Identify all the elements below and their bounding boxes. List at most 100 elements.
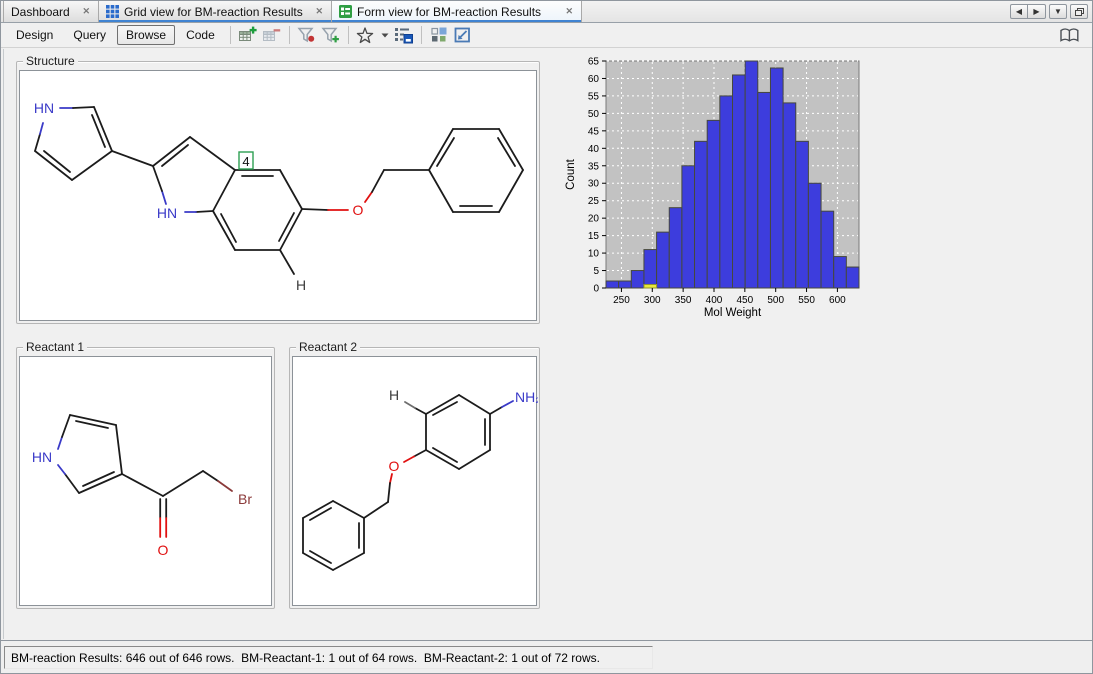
svg-text:35: 35 <box>588 161 600 172</box>
toolbar-separator <box>421 26 422 44</box>
pop-out-window-icon <box>453 26 472 44</box>
layout-tiles-icon <box>430 26 448 44</box>
svg-text:30: 30 <box>588 179 600 190</box>
pyrrole-nh-label: HN <box>34 100 54 116</box>
svg-text:20: 20 <box>588 214 600 225</box>
remove-table-icon <box>262 26 281 44</box>
svg-text:65: 65 <box>588 57 600 68</box>
reactant2-panel: Reactant 2 <box>289 347 540 609</box>
structure-canvas[interactable]: 4 HN HN O H <box>19 70 537 321</box>
pyrrole-nh-label: HN <box>32 449 52 465</box>
row-count-text: BM-reaction Results: 646 out of 646 rows… <box>11 651 600 665</box>
tab-list-dropdown-button[interactable]: ▼ <box>1049 4 1067 19</box>
svg-text:450: 450 <box>736 295 753 306</box>
form-properties-icon <box>394 26 413 44</box>
favorites-star-icon <box>356 26 375 45</box>
filter-add-icon <box>321 26 341 44</box>
application-window: Dashboard ✕ Grid view for BM-reaction Re… <box>0 0 1093 674</box>
svg-text:350: 350 <box>675 295 692 306</box>
carbonyl-o-label: O <box>158 542 169 558</box>
favorites-dropdown-button[interactable] <box>379 24 391 46</box>
tab-label: Grid view for BM-reaction Results <box>124 5 309 19</box>
filter-highlight-icon <box>297 26 317 44</box>
svg-text:550: 550 <box>798 295 815 306</box>
toolbar-separator <box>348 26 349 44</box>
reactant2-canvas[interactable]: H NH₂ O <box>292 356 537 606</box>
svg-text:15: 15 <box>588 231 600 242</box>
tab-nav-controls: ◀ ▶ ▼ <box>1010 4 1088 19</box>
tab-back-button[interactable]: ◀ <box>1010 4 1028 19</box>
close-icon[interactable]: ✕ <box>564 6 574 17</box>
reactant1-molecule: HN O Br <box>20 357 273 607</box>
toolbar-separator <box>230 26 231 44</box>
tab-grid-view[interactable]: Grid view for BM-reaction Results ✕ <box>99 1 332 22</box>
mode-code-button[interactable]: Code <box>177 25 224 45</box>
svg-text:45: 45 <box>588 126 600 137</box>
svg-text:400: 400 <box>706 295 723 306</box>
form-view-page: Structure <box>3 49 1091 639</box>
mode-query-button[interactable]: Query <box>64 25 115 45</box>
explicit-h-label: H <box>389 387 399 403</box>
row-count-field: BM-reaction Results: 646 out of 646 rows… <box>4 646 653 669</box>
close-icon[interactable]: ✕ <box>314 6 324 17</box>
svg-text:0: 0 <box>593 284 599 295</box>
filter-add-button[interactable] <box>320 24 342 46</box>
tab-label: Dashboard <box>11 5 76 19</box>
atom-map-number: 4 <box>242 154 249 169</box>
molweight-histogram[interactable]: 0 5 10 15 20 25 30 35 40 45 50 55 60 65 250 300 350 400 45… <box>560 51 872 333</box>
form-view-icon <box>339 5 352 18</box>
tab-forward-button[interactable]: ▶ <box>1028 4 1046 19</box>
favorites-star-button[interactable] <box>355 24 377 46</box>
layout-tiles-button[interactable] <box>428 24 450 46</box>
reactant1-canvas[interactable]: HN O Br <box>19 356 272 606</box>
notebook-button[interactable] <box>1058 24 1080 46</box>
filter-highlight-button[interactable] <box>296 24 318 46</box>
notebook-icon <box>1059 27 1080 44</box>
toolbar-separator <box>289 26 290 44</box>
grid-view-icon <box>106 5 119 18</box>
add-table-icon <box>238 26 257 44</box>
reactant1-panel: Reactant 1 <box>16 347 275 609</box>
close-icon[interactable]: ✕ <box>81 6 91 17</box>
svg-text:40: 40 <box>588 144 600 155</box>
explicit-h-label: H <box>296 277 306 293</box>
bromine-label: Br <box>238 491 252 507</box>
mode-browse-button[interactable]: Browse <box>117 25 175 45</box>
svg-text:25: 25 <box>588 196 600 207</box>
svg-text:10: 10 <box>588 249 600 260</box>
mode-design-button[interactable]: Design <box>7 25 62 45</box>
tab-form-view[interactable]: Form view for BM-reaction Results ✕ <box>332 1 582 22</box>
svg-text:250: 250 <box>613 295 630 306</box>
pop-out-window-button[interactable] <box>452 24 474 46</box>
chevron-down-icon <box>381 33 389 38</box>
panel-title: Structure <box>23 54 78 68</box>
restore-icon <box>1075 8 1084 16</box>
svg-text:300: 300 <box>644 295 661 306</box>
svg-text:55: 55 <box>588 91 600 102</box>
svg-text:500: 500 <box>767 295 784 306</box>
svg-text:60: 60 <box>588 74 600 85</box>
structure-panel: Structure <box>16 61 540 324</box>
svg-text:Mol Weight: Mol Weight <box>704 307 762 319</box>
form-properties-button[interactable] <box>393 24 415 46</box>
svg-text:5: 5 <box>593 266 599 277</box>
add-table-button[interactable] <box>237 24 259 46</box>
panel-title: Reactant 2 <box>296 340 360 354</box>
amine-label: NH₂ <box>515 389 538 405</box>
svg-text:50: 50 <box>588 109 600 120</box>
structure-molecule: 4 HN HN O H <box>20 71 538 322</box>
remove-table-button[interactable] <box>261 24 283 46</box>
indole-nh-label: HN <box>157 205 177 221</box>
tab-bar: Dashboard ✕ Grid view for BM-reaction Re… <box>1 1 1092 23</box>
toolbar: Design Query Browse Code <box>1 23 1092 48</box>
ether-o-label: O <box>353 202 364 218</box>
svg-text:600: 600 <box>829 295 846 306</box>
panel-title: Reactant 1 <box>23 340 87 354</box>
restore-window-button[interactable] <box>1070 4 1088 19</box>
tab-label: Form view for BM-reaction Results <box>357 5 559 19</box>
reactant2-molecule: H NH₂ O <box>293 357 538 607</box>
status-bar: BM-reaction Results: 646 out of 646 rows… <box>1 640 1092 673</box>
tab-dashboard[interactable]: Dashboard ✕ <box>3 1 99 22</box>
svg-text:Count: Count <box>565 158 577 189</box>
ether-o-label: O <box>389 458 400 474</box>
